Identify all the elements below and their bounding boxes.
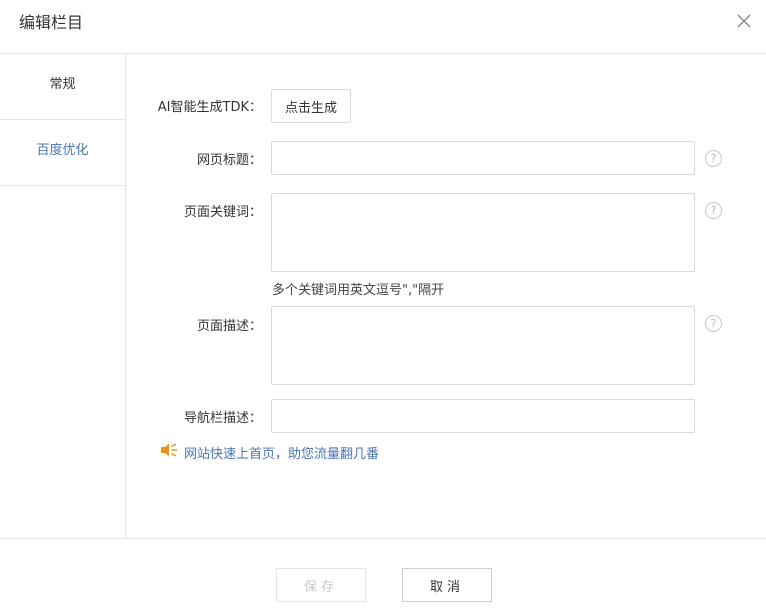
page-title-input[interactable] bbox=[271, 141, 695, 175]
keywords-hint: 多个关键词用英文逗号","隔开 bbox=[272, 283, 445, 298]
promo-link[interactable]: 网站快速上首页，助您流量翻几番 bbox=[160, 442, 380, 462]
generate-button[interactable]: 点击生成 bbox=[271, 89, 351, 123]
keywords-textarea[interactable] bbox=[271, 193, 695, 272]
promo-text: 网站快速上首页，助您流量翻几番 bbox=[184, 446, 380, 462]
ai-tdk-label: AI智能生成TDK： bbox=[157, 100, 262, 115]
dialog-title: 编辑栏目 bbox=[19, 13, 84, 32]
speaker-icon bbox=[160, 442, 178, 462]
keywords-label: 页面关键词： bbox=[183, 205, 262, 220]
description-label: 页面描述： bbox=[196, 319, 262, 334]
tab-seo[interactable]: 百度优化 bbox=[0, 120, 125, 186]
tab-label: 百度优化 bbox=[36, 143, 89, 158]
tab-label: 常规 bbox=[49, 77, 76, 92]
dialog-header: 编辑栏目 bbox=[0, 0, 766, 54]
help-icon[interactable]: ? bbox=[705, 315, 722, 332]
help-icon[interactable]: ? bbox=[705, 202, 722, 219]
close-icon[interactable] bbox=[733, 10, 755, 32]
cancel-button[interactable]: 取消 bbox=[402, 568, 492, 602]
description-textarea[interactable] bbox=[271, 306, 695, 385]
nav-description-input[interactable] bbox=[271, 399, 695, 433]
tab-general[interactable]: 常规 bbox=[0, 54, 125, 120]
save-button[interactable]: 保存 bbox=[276, 568, 366, 602]
sidebar: 常规 百度优化 bbox=[0, 54, 126, 538]
page-title-label: 网页标题： bbox=[196, 153, 262, 168]
dialog-footer: 保存 取消 bbox=[0, 538, 766, 609]
help-icon[interactable]: ? bbox=[705, 150, 722, 167]
nav-description-label: 导航栏描述： bbox=[183, 411, 262, 426]
